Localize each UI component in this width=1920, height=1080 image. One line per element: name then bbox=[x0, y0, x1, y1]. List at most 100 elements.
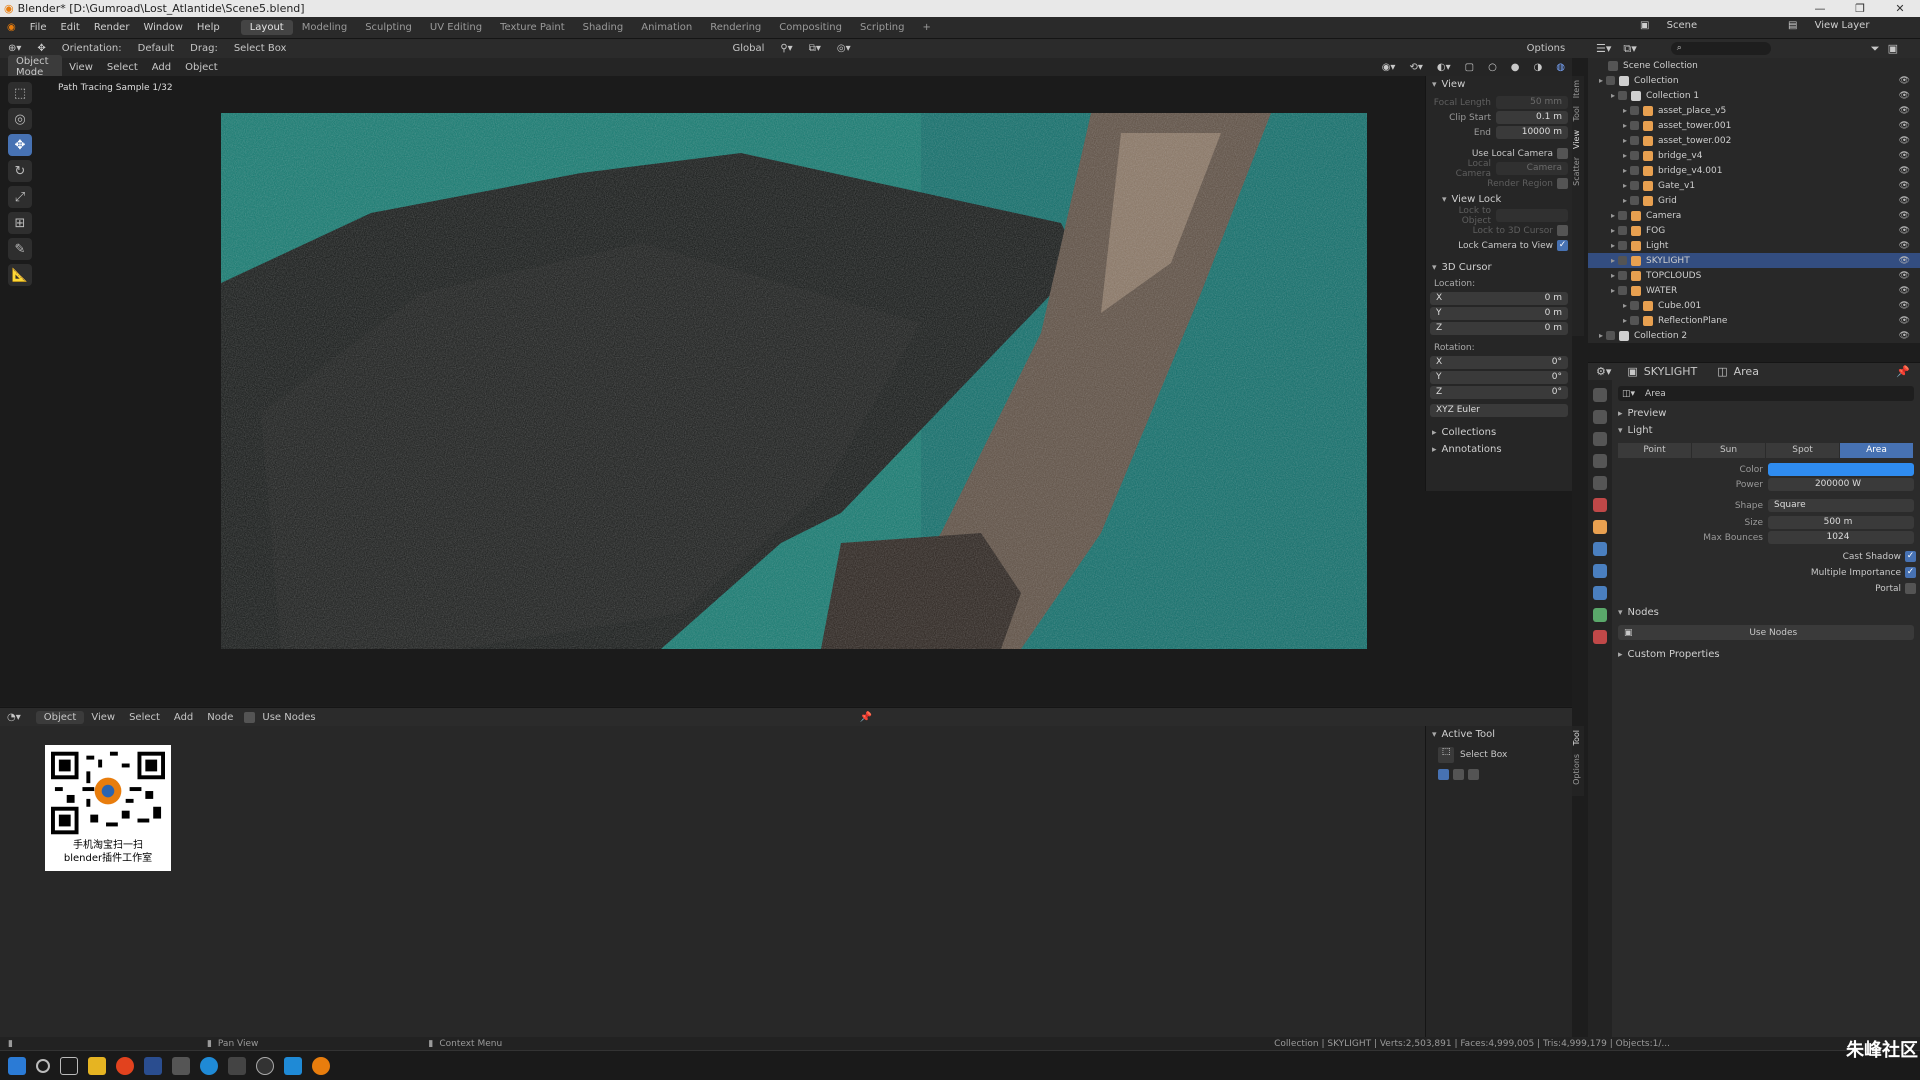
firefox-icon[interactable] bbox=[116, 1056, 134, 1075]
rotation-mode-dropdown[interactable]: XYZ Euler bbox=[1430, 404, 1568, 417]
3d-cursor-header[interactable]: 3D Cursor bbox=[1426, 259, 1572, 276]
scene-selector[interactable]: ▣ Scene bbox=[1626, 20, 1711, 31]
cursor-rot-y-field[interactable]: Y 0° bbox=[1430, 371, 1568, 384]
properties-type-icon[interactable]: ⚙▾ bbox=[1588, 365, 1619, 378]
expand-arrow-icon[interactable]: ▸ bbox=[1608, 91, 1618, 100]
visibility-eye-icon[interactable]: 👁 bbox=[1899, 256, 1910, 266]
expand-arrow-icon[interactable]: ▸ bbox=[1608, 256, 1618, 265]
light-datablock-selector[interactable]: ◫▾ Area bbox=[1618, 386, 1914, 401]
preview-panel-header[interactable]: Preview bbox=[1612, 405, 1920, 422]
light-type-spot[interactable]: Spot bbox=[1766, 443, 1839, 458]
expand-arrow-icon[interactable]: ▸ bbox=[1620, 181, 1630, 190]
node-use-nodes-checkbox[interactable] bbox=[244, 711, 256, 723]
task-view-icon[interactable] bbox=[60, 1056, 78, 1075]
pin-icon[interactable]: 📌 bbox=[853, 712, 879, 723]
transform-orientation-dropdown[interactable]: Global bbox=[724, 43, 772, 54]
visibility-eye-icon[interactable]: 👁 bbox=[1899, 286, 1910, 296]
include-checkbox[interactable] bbox=[1630, 166, 1639, 175]
outliner-row[interactable]: ▸ Cube.001 👁 bbox=[1588, 298, 1920, 313]
outliner-row[interactable]: ▸ WATER 👁 bbox=[1588, 283, 1920, 298]
expand-arrow-icon[interactable]: ▸ bbox=[1608, 226, 1618, 235]
visibility-eye-icon[interactable]: 👁 bbox=[1899, 196, 1910, 206]
options-dropdown[interactable]: Options bbox=[1519, 43, 1574, 54]
photoshop-icon[interactable] bbox=[144, 1056, 162, 1075]
include-checkbox[interactable] bbox=[1630, 301, 1639, 310]
close-icon[interactable]: ✕ bbox=[1880, 0, 1920, 17]
tab-view[interactable]: View bbox=[1572, 126, 1581, 153]
filter-icon[interactable]: ⏷ bbox=[1871, 42, 1880, 56]
active-tool-header[interactable]: Active Tool bbox=[1426, 726, 1572, 743]
tab-item[interactable]: Item bbox=[1572, 76, 1581, 102]
outliner-row[interactable]: ▸ Collection 1 👁 bbox=[1588, 88, 1920, 103]
outliner-type-icon[interactable]: ☰▾ bbox=[1588, 42, 1619, 55]
file-explorer-icon[interactable] bbox=[88, 1056, 106, 1075]
editor-type-icon[interactable]: ⊕▾ bbox=[0, 43, 29, 54]
annotate-tool-icon[interactable]: ✎ bbox=[8, 238, 32, 260]
visibility-eye-icon[interactable]: 👁 bbox=[1899, 91, 1910, 101]
overlay-icon[interactable]: ◐▾ bbox=[1430, 62, 1458, 73]
rotate-tool-icon[interactable]: ↻ bbox=[8, 160, 32, 182]
expand-arrow-icon[interactable]: ▸ bbox=[1608, 271, 1618, 280]
outliner-root[interactable]: Scene Collection bbox=[1588, 58, 1920, 73]
visibility-eye-icon[interactable]: 👁 bbox=[1899, 211, 1910, 221]
cursor-y-field[interactable]: Y0 m bbox=[1430, 307, 1568, 320]
select-tool-icon[interactable]: ⬚ bbox=[8, 82, 32, 104]
node-menu-view[interactable]: View bbox=[84, 712, 122, 723]
tab-rendering[interactable]: Rendering bbox=[701, 20, 770, 35]
output-props-icon[interactable] bbox=[1593, 432, 1607, 446]
node-tab-tool[interactable]: Tool bbox=[1572, 726, 1581, 750]
add-workspace-icon[interactable]: + bbox=[913, 20, 939, 35]
visibility-eye-icon[interactable]: 👁 bbox=[1899, 121, 1910, 131]
expand-arrow-icon[interactable]: ▸ bbox=[1608, 241, 1618, 250]
tab-uv-editing[interactable]: UV Editing bbox=[421, 20, 491, 35]
constraint-props-icon[interactable] bbox=[1593, 586, 1607, 600]
visibility-eye-icon[interactable]: 👁 bbox=[1899, 331, 1910, 341]
menu-render[interactable]: Render bbox=[87, 22, 137, 33]
include-checkbox[interactable] bbox=[1630, 181, 1639, 190]
include-checkbox[interactable] bbox=[1630, 196, 1639, 205]
expand-arrow-icon[interactable]: ▸ bbox=[1620, 136, 1630, 145]
viewport-menu-select[interactable]: Select bbox=[100, 62, 145, 73]
obs-icon[interactable] bbox=[256, 1056, 274, 1075]
size-field[interactable]: 500 m bbox=[1768, 516, 1914, 529]
include-checkbox[interactable] bbox=[1618, 286, 1627, 295]
texture-props-icon[interactable] bbox=[1593, 630, 1607, 644]
physics-props-icon[interactable] bbox=[1593, 564, 1607, 578]
object-props-icon[interactable] bbox=[1593, 520, 1607, 534]
search-icon[interactable] bbox=[36, 1058, 50, 1073]
visibility-eye-icon[interactable]: 👁 bbox=[1899, 271, 1910, 281]
include-checkbox[interactable] bbox=[1630, 151, 1639, 160]
expand-arrow-icon[interactable]: ▸ bbox=[1608, 286, 1618, 295]
tab-layout[interactable]: Layout bbox=[240, 20, 293, 35]
new-collection-icon[interactable]: ▣ bbox=[1888, 42, 1898, 55]
tab-texture-paint[interactable]: Texture Paint bbox=[491, 20, 574, 35]
max-bounces-field[interactable]: 1024 bbox=[1768, 531, 1914, 544]
cursor-z-field[interactable]: Z0 m bbox=[1430, 322, 1568, 335]
nodes-panel-header[interactable]: Nodes bbox=[1612, 604, 1920, 621]
outliner-row[interactable]: ▸ Gate_v1 👁 bbox=[1588, 178, 1920, 193]
move-tool-icon[interactable]: ✥ bbox=[8, 134, 32, 156]
node-tree-type-dropdown[interactable]: Object bbox=[35, 710, 85, 724]
light-panel-header[interactable]: Light bbox=[1612, 422, 1920, 439]
render-region-checkbox[interactable] bbox=[1557, 178, 1568, 189]
tab-scripting[interactable]: Scripting bbox=[851, 20, 913, 35]
view-panel-header[interactable]: View bbox=[1426, 76, 1572, 93]
visibility-eye-icon[interactable]: 👁 bbox=[1899, 226, 1910, 236]
outliner-search-input[interactable]: ⌕ bbox=[1670, 42, 1771, 55]
include-checkbox[interactable] bbox=[1618, 226, 1627, 235]
drag-dropdown[interactable]: Select Box bbox=[226, 43, 295, 54]
viewport-menu-add[interactable]: Add bbox=[145, 62, 178, 73]
node-menu-node[interactable]: Node bbox=[200, 712, 240, 723]
gizmo-icon[interactable]: ⟲▾ bbox=[1402, 62, 1429, 73]
viewport-menu-object[interactable]: Object bbox=[178, 62, 225, 73]
orientation-dropdown[interactable]: Default bbox=[130, 43, 183, 54]
lock-to-cursor-checkbox[interactable] bbox=[1557, 225, 1568, 236]
outliner-row[interactable]: ▸ FOG 👁 bbox=[1588, 223, 1920, 238]
annotations-panel-header[interactable]: Annotations bbox=[1426, 441, 1572, 458]
include-checkbox[interactable] bbox=[1618, 241, 1627, 250]
use-nodes-button[interactable]: ▣ Use Nodes bbox=[1618, 625, 1914, 640]
proportional-edit-icon[interactable]: ◎▾ bbox=[829, 43, 859, 54]
outliner-row[interactable]: ▸ Collection 2 👁 bbox=[1588, 328, 1920, 343]
visibility-eye-icon[interactable]: 👁 bbox=[1899, 76, 1910, 86]
select-mode-extend-icon[interactable] bbox=[1453, 769, 1464, 780]
